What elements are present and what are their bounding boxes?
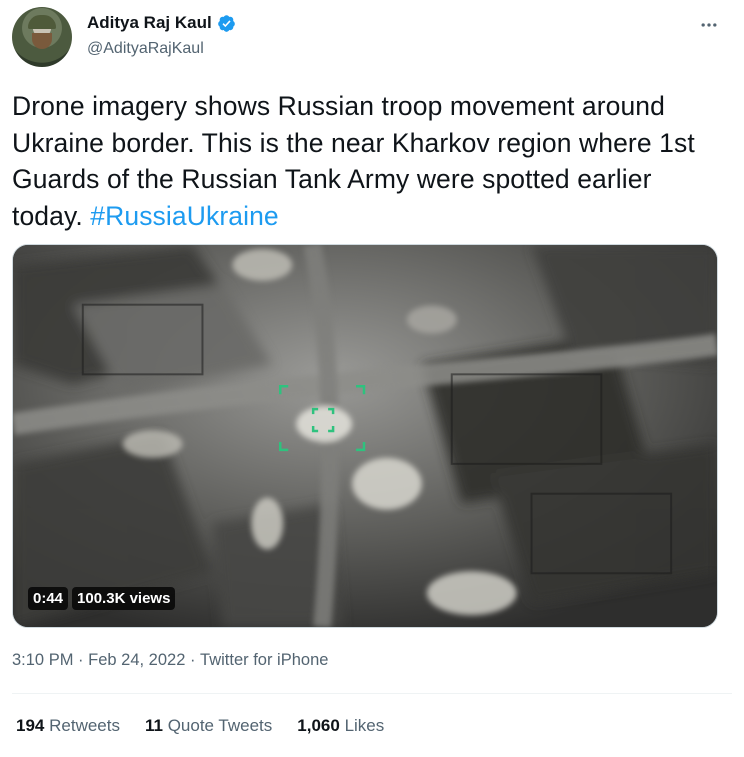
likes-label: Likes (344, 716, 385, 735)
divider (12, 693, 732, 694)
author-display-name[interactable]: Aditya Raj Kaul (87, 13, 212, 33)
tweet-text: Drone imagery shows Russian troop moveme… (12, 88, 722, 234)
retweets-stat[interactable]: 194 Retweets (16, 716, 120, 736)
avatar[interactable] (12, 7, 72, 67)
quote-tweets-count: 11 (144, 716, 163, 735)
verified-badge-icon (217, 14, 236, 33)
author-handle[interactable]: @AdityaRajKaul (87, 40, 204, 58)
tweet-meta: 3:10 PM · Feb 24, 2022 · Twitter for iPh… (12, 651, 328, 670)
hashtag-link[interactable]: #RussiaUkraine (90, 201, 278, 231)
avatar-cap (28, 15, 56, 29)
tweet: Aditya Raj Kaul @AdityaRajKaul Drone ima… (0, 0, 744, 757)
engagement-stats: 194 Retweets 11 Quote Tweets 1,060 Likes (16, 716, 384, 736)
author-name-row: Aditya Raj Kaul (87, 13, 236, 33)
retweets-label: Retweets (49, 716, 120, 735)
avatar-beard (32, 33, 52, 49)
meta-separator: · (73, 651, 89, 669)
video-player[interactable]: 0:44 100.3K views (12, 244, 718, 628)
retweets-count: 194 (16, 716, 45, 735)
video-badges: 0:44 100.3K views (28, 587, 176, 610)
likes-count: 1,060 (297, 716, 340, 735)
video-duration-badge: 0:44 (28, 587, 69, 610)
quote-tweets-label: Quote Tweets (167, 716, 273, 735)
drone-video-frame (13, 245, 717, 627)
likes-stat[interactable]: 1,060 Likes (297, 716, 384, 736)
tweet-time[interactable]: 3:10 PM (12, 651, 73, 670)
meta-separator: · (185, 651, 201, 669)
video-views-badge: 100.3K views (72, 587, 176, 610)
tweet-date[interactable]: Feb 24, 2022 (88, 651, 185, 670)
quote-tweets-stat[interactable]: 11 Quote Tweets (145, 716, 272, 736)
tweet-source[interactable]: Twitter for iPhone (200, 651, 328, 670)
more-horizontal-icon[interactable] (698, 14, 720, 36)
